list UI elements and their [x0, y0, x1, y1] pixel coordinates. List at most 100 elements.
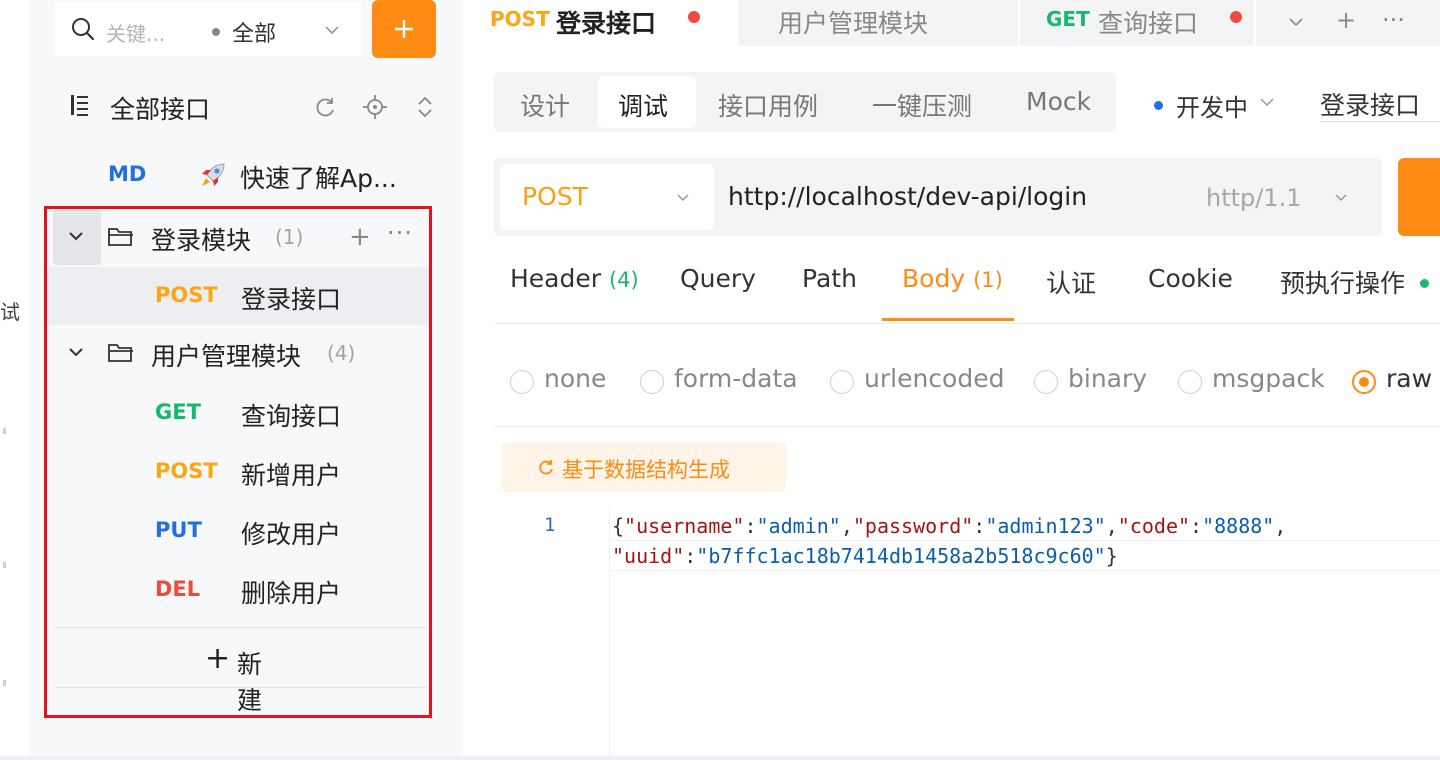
tab-user-module[interactable]: 用户管理模块	[738, 0, 1018, 46]
all-apis-row[interactable]: 全部接口	[54, 78, 454, 134]
tab-login[interactable]: POST 登录接口	[462, 0, 736, 46]
edge-tick	[3, 428, 6, 434]
method-badge: POST	[155, 283, 218, 307]
edge-tick	[3, 680, 6, 686]
line-rule	[610, 570, 1440, 571]
json-value: "admin123"	[985, 514, 1106, 538]
unsaved-dot	[1230, 11, 1242, 23]
more-tabs-button[interactable]: ···	[1382, 6, 1405, 34]
radio-label: none	[544, 364, 607, 393]
code-editor[interactable]: 1 {"username":"admin","password":"admin1…	[494, 506, 1440, 760]
scope-select[interactable]: 全部	[232, 16, 276, 48]
folder-name: 登录模块	[151, 226, 252, 255]
chevron-down-icon	[677, 194, 689, 202]
folder-row-user[interactable]: 用户管理模块 (4)	[47, 325, 429, 383]
send-button[interactable]	[1398, 158, 1440, 236]
folder-name: 用户管理模块	[151, 342, 302, 371]
expand-collapse-icon[interactable]	[412, 94, 438, 120]
bottom-edge	[0, 756, 1440, 760]
mode-tabs: 设计 调试 接口用例 一键压测 Mock	[494, 72, 1116, 132]
tab-body[interactable]: Body (1)	[902, 264, 1003, 293]
tab-name: 查询接口	[1098, 9, 1199, 38]
folder-count: (4)	[327, 341, 356, 365]
main-panel: POST 登录接口 用户管理模块 GET 查询接口 + ··· 设计 调试 接口…	[462, 0, 1440, 760]
api-item-add-user[interactable]: POST 新增用户	[47, 443, 429, 501]
folder-more-button[interactable]: ···	[387, 219, 413, 247]
refresh-icon[interactable]	[312, 94, 338, 120]
radio-circle	[1178, 370, 1202, 394]
tab-count: (4)	[608, 268, 639, 292]
indicator-dot	[1420, 279, 1429, 288]
tab-pre-request[interactable]: 预执行操作	[1280, 264, 1405, 300]
tab-method: GET	[1046, 7, 1090, 31]
radio-label: binary	[1068, 364, 1148, 393]
folder-add-button[interactable]: +	[349, 222, 371, 252]
locate-icon[interactable]	[362, 94, 388, 120]
api-item-edit-user[interactable]: PUT 修改用户	[47, 502, 429, 560]
folder-row-login[interactable]: 登录模块 (1) + ···	[47, 209, 429, 267]
code-line: "uuid":"b7ffc1ac18b7414db1458a2b518c9c60…	[612, 544, 1118, 568]
radio-circle	[640, 370, 664, 394]
all-apis-label: 全部接口	[110, 95, 211, 124]
chevron-down-icon[interactable]	[67, 227, 85, 245]
tab-design[interactable]: 设计	[520, 87, 570, 123]
api-list-icon	[71, 95, 88, 116]
tab-controls: + ···	[1256, 0, 1440, 46]
tab-bar: POST 登录接口 用户管理模块 GET 查询接口 + ···	[462, 0, 1440, 46]
api-name-field[interactable]: 登录接口	[1320, 86, 1440, 122]
url-input[interactable]: http://localhost/dev-api/login	[728, 182, 1087, 211]
api-name: 修改用户	[241, 520, 342, 549]
json-key: "password"	[852, 514, 974, 538]
method-select[interactable]: POST	[500, 164, 714, 230]
tab-mock[interactable]: Mock	[1026, 87, 1091, 116]
md-badge: MD	[108, 162, 147, 186]
generate-from-schema-button[interactable]: 基于数据结构生成	[502, 442, 786, 492]
method-badge: POST	[155, 459, 218, 483]
chevron-down-icon[interactable]	[67, 343, 85, 361]
new-label: 新建	[237, 650, 263, 715]
api-item-query[interactable]: GET 查询接口	[47, 384, 429, 442]
method-badge: PUT	[155, 518, 202, 542]
tab-debug[interactable]: 调试	[618, 87, 668, 123]
chevron-down-icon[interactable]	[1286, 12, 1306, 32]
radio-label: raw	[1386, 364, 1433, 393]
folder-icon	[108, 228, 133, 246]
search-input[interactable]: 关键...	[106, 18, 165, 47]
request-tabs: Header (4) Query Path Body (1) 认证 Cookie…	[494, 256, 1440, 324]
tab-name: 登录接口	[556, 9, 657, 38]
tab-query[interactable]: Query	[680, 264, 756, 293]
radio-label: urlencoded	[864, 364, 1005, 393]
plus-icon	[395, 20, 413, 38]
tab-method: POST	[490, 7, 550, 31]
api-item-login[interactable]: POST 登录接口	[47, 267, 429, 325]
md-doc-label: 快速了解Ap...	[240, 164, 397, 193]
cut-off-text: 试	[0, 300, 20, 324]
tab-query[interactable]: GET 查询接口	[1020, 0, 1254, 46]
radio-label: msgpack	[1212, 364, 1325, 393]
search-box[interactable]: 关键... 全部	[54, 2, 362, 56]
scope-dot-icon	[212, 28, 220, 36]
tab-path[interactable]: Path	[802, 264, 857, 293]
tab-auth[interactable]: 认证	[1046, 264, 1096, 300]
tab-cookie[interactable]: Cookie	[1148, 264, 1233, 293]
new-tab-button[interactable]: +	[1336, 6, 1356, 34]
chevron-down-icon[interactable]	[1258, 93, 1276, 111]
tab-header[interactable]: Header (4)	[510, 264, 639, 293]
body-type-radios: none form-data urlencoded binary msgpack…	[510, 360, 1440, 400]
api-name: 查询接口	[241, 402, 342, 431]
tab-test-cases[interactable]: 接口用例	[718, 87, 818, 123]
url-bar: POST http://localhost/dev-api/login http…	[494, 158, 1382, 236]
method-badge: GET	[155, 400, 201, 424]
radio-circle	[1034, 370, 1058, 394]
markdown-doc-row[interactable]: MD 快速了解Ap...	[54, 148, 454, 204]
api-item-delete-user[interactable]: DEL 删除用户	[47, 561, 429, 619]
chevron-down-icon[interactable]	[322, 20, 342, 40]
chevron-down-icon[interactable]	[1332, 188, 1350, 206]
generate-label: 基于数据结构生成	[562, 458, 730, 482]
protocol-select[interactable]: http/1.1	[1206, 184, 1302, 212]
code-line: {"username":"admin","password":"admin123…	[612, 514, 1287, 538]
tab-name: 用户管理模块	[778, 9, 929, 38]
tab-load-test[interactable]: 一键压测	[872, 87, 972, 123]
status-select[interactable]: 开发中	[1176, 88, 1248, 123]
add-button[interactable]	[372, 0, 436, 58]
